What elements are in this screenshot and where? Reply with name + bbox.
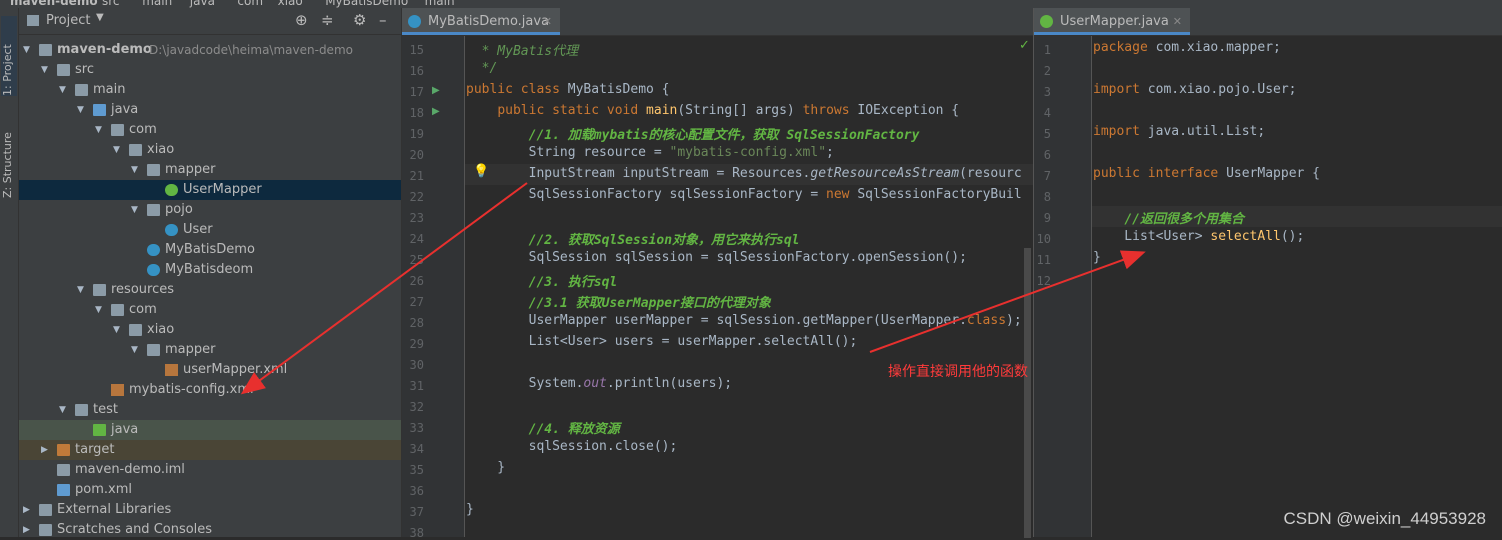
arrow-to-selectall (869, 250, 1146, 353)
annotation-text: 操作直接调用他的函数 (888, 364, 1028, 380)
annotation-arrows (240, 182, 1146, 395)
arrow-to-config (240, 182, 528, 395)
watermark: CSDN @weixin_44953928 (1283, 509, 1486, 528)
